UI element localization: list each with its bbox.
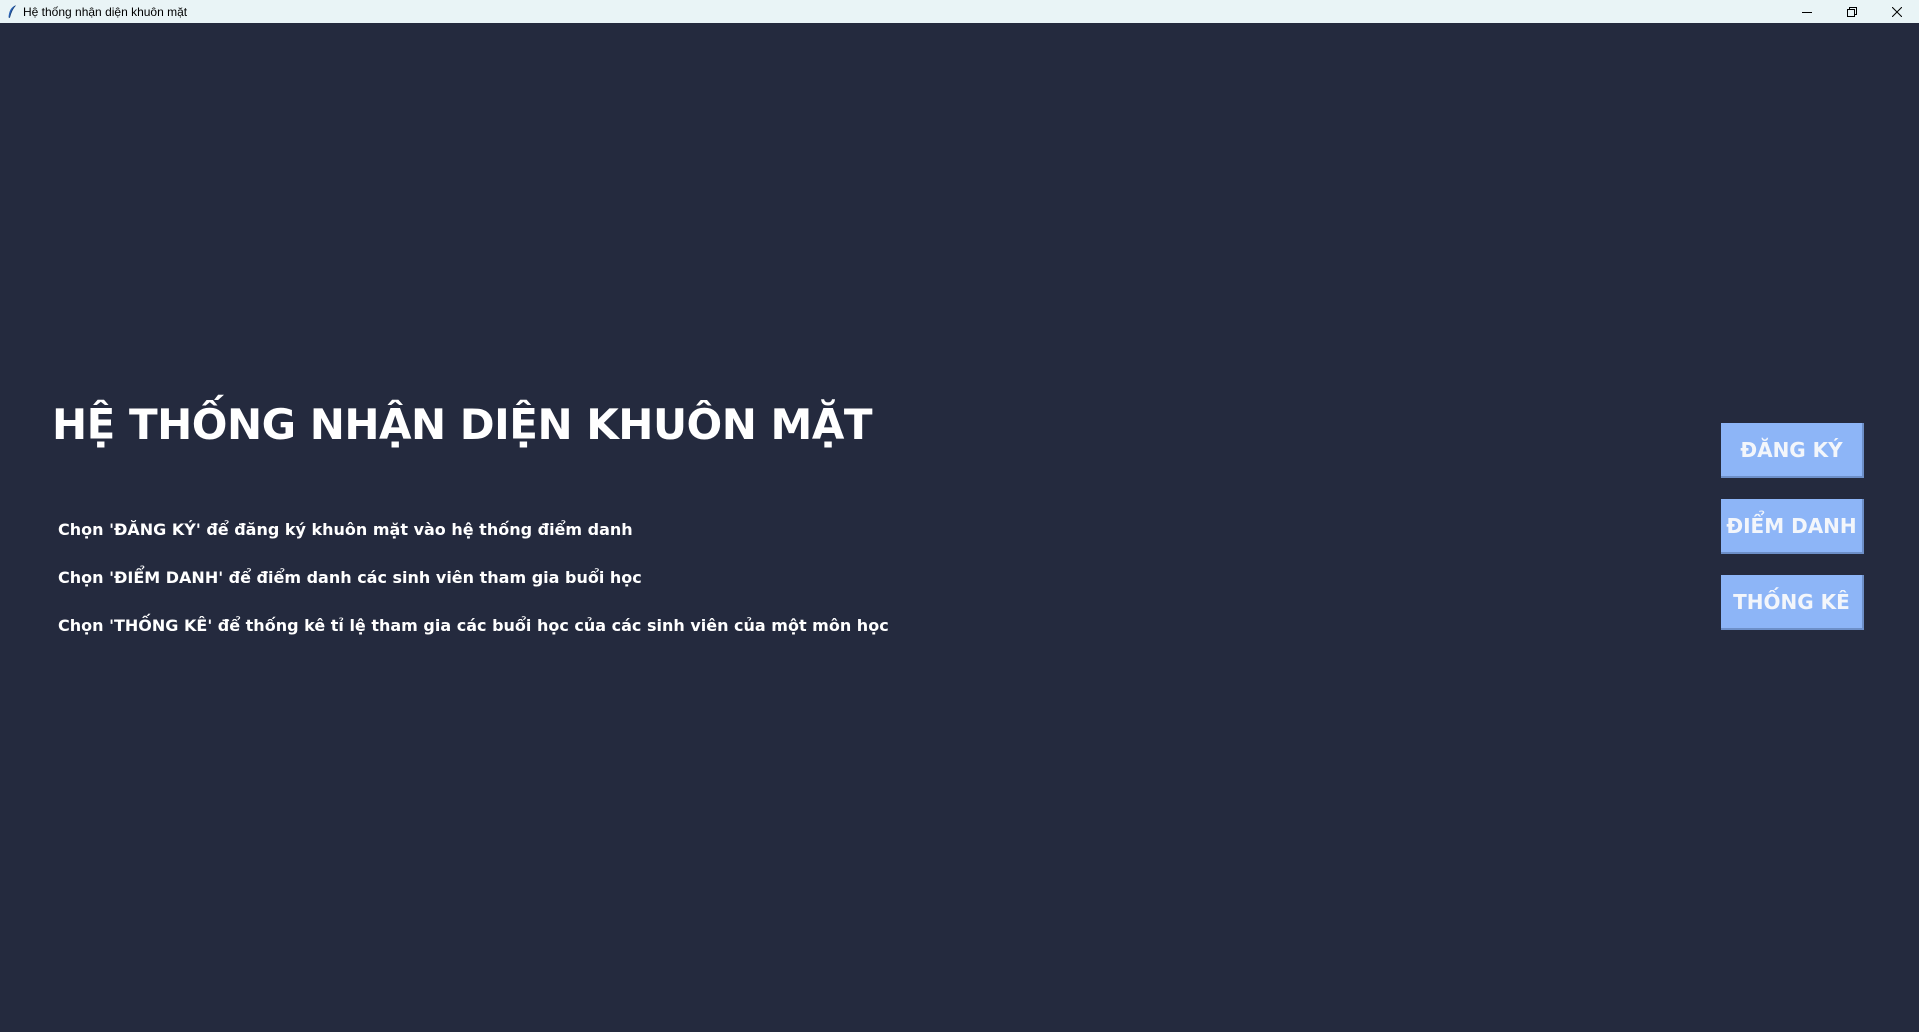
attendance-button[interactable]: ĐIỂM DANH	[1721, 499, 1864, 554]
feather-icon	[5, 4, 19, 20]
minimize-icon	[1801, 2, 1812, 21]
close-icon	[1891, 2, 1902, 21]
instruction-stats: Chọn 'THỐNG KÊ' để thống kê tỉ lệ tham g…	[58, 616, 889, 635]
instruction-attendance: Chọn 'ĐIỂM DANH' để điểm danh các sinh v…	[58, 568, 642, 587]
instruction-register: Chọn 'ĐĂNG KÝ' để đăng ký khuôn mặt vào …	[58, 520, 633, 539]
app-window: Hệ thống nhận diện khuôn mặt HỆ THỐNG NH…	[0, 0, 1919, 1032]
window-title: Hệ thống nhận diện khuôn mặt	[23, 4, 188, 19]
register-button[interactable]: ĐĂNG KÝ	[1721, 423, 1864, 478]
window-controls	[1784, 0, 1919, 23]
page-title: HỆ THỐNG NHẬN DIỆN KHUÔN MẶT	[52, 400, 872, 449]
instructions-list: Chọn 'ĐĂNG KÝ' để đăng ký khuôn mặt vào …	[58, 518, 889, 662]
close-button[interactable]	[1874, 0, 1919, 23]
title-bar[interactable]: Hệ thống nhận diện khuôn mặt	[0, 0, 1919, 23]
minimize-button[interactable]	[1784, 0, 1829, 23]
restore-icon	[1846, 2, 1857, 21]
statistics-button[interactable]: THỐNG KÊ	[1721, 575, 1864, 630]
restore-button[interactable]	[1829, 0, 1874, 23]
